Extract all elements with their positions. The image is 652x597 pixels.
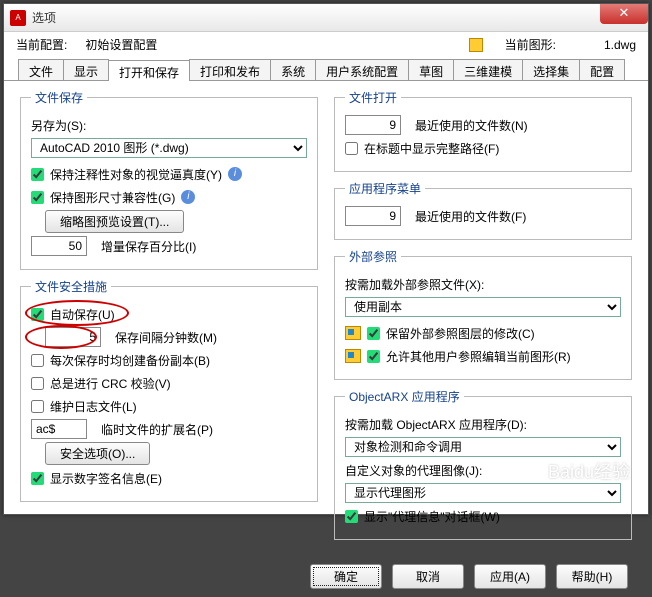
xref-allow-checkbox[interactable] [367, 350, 380, 363]
app-icon: A [10, 10, 26, 26]
recent-files-input[interactable] [345, 115, 401, 135]
tab-2[interactable]: 打开和保存 [108, 60, 190, 81]
window-title: 选项 [32, 9, 56, 26]
signature-checkbox[interactable] [31, 472, 44, 485]
file-safety-group: 文件安全措施 自动保存(U) 保存间隔分钟数(M) 每次保存时均创建备份副本(B… [20, 278, 318, 502]
thumbnail-button[interactable]: 缩略图预览设置(T)... [45, 210, 184, 233]
show-proxy-checkbox[interactable] [345, 510, 358, 523]
tab-5[interactable]: 用户系统配置 [315, 59, 409, 80]
backup-label: 每次保存时均创建备份副本(B) [50, 352, 210, 369]
xref-retain-checkbox[interactable] [367, 327, 380, 340]
profile-row: 当前配置: 初始设置配置 当前图形: 1.dwg [4, 32, 648, 57]
xref-allow-label: 允许其他用户参照编辑当前图形(R) [386, 348, 571, 365]
current-drawing-value: 1.dwg [604, 38, 636, 52]
arx-group: ObjectARX 应用程序 按需加载 ObjectARX 应用程序(D): 对… [334, 388, 632, 540]
appmenu-recent-label: 最近使用的文件数(F) [415, 208, 526, 225]
current-drawing-label: 当前图形: [505, 36, 556, 53]
tab-7[interactable]: 三维建模 [453, 59, 523, 80]
xref-group: 外部参照 按需加载外部参照文件(X): 使用副本 保留外部参照图层的修改(C) … [334, 248, 632, 380]
fullpath-checkbox[interactable] [345, 142, 358, 155]
xref-load-select[interactable]: 使用副本 [345, 297, 621, 317]
signature-label: 显示数字签名信息(E) [50, 470, 162, 487]
backup-checkbox[interactable] [31, 354, 44, 367]
arx-legend: ObjectARX 应用程序 [345, 388, 464, 405]
info-icon[interactable]: i [228, 167, 242, 181]
app-menu-legend: 应用程序菜单 [345, 180, 425, 197]
log-checkbox[interactable] [31, 400, 44, 413]
tab-3[interactable]: 打印和发布 [189, 59, 271, 80]
fullpath-label: 在标题中显示完整路径(F) [364, 140, 499, 157]
tab-4[interactable]: 系统 [270, 59, 316, 80]
show-proxy-label: 显示"代理信息"对话框(W) [364, 508, 500, 525]
xref-load-label: 按需加载外部参照文件(X): [345, 276, 484, 293]
info-icon[interactable]: i [181, 190, 195, 204]
file-open-group: 文件打开 最近使用的文件数(N) 在标题中显示完整路径(F) [334, 89, 632, 172]
xref-icon [345, 349, 361, 363]
percent-label: 增量保存百分比(I) [101, 238, 196, 255]
ext-label: 临时文件的扩展名(P) [101, 421, 213, 438]
ok-button[interactable]: 确定 [310, 564, 382, 589]
ext-input[interactable] [31, 419, 87, 439]
xref-icon [345, 326, 361, 340]
tab-1[interactable]: 显示 [63, 59, 109, 80]
crc-checkbox[interactable] [31, 377, 44, 390]
cancel-button[interactable]: 取消 [392, 564, 464, 589]
xref-legend: 外部参照 [345, 248, 401, 265]
file-safety-legend: 文件安全措施 [31, 278, 111, 295]
log-label: 维护日志文件(L) [50, 398, 137, 415]
tab-9[interactable]: 配置 [579, 59, 625, 80]
recent-files-label: 最近使用的文件数(N) [415, 117, 528, 134]
autosave-label: 自动保存(U) [50, 306, 115, 323]
interval-input[interactable] [45, 327, 101, 347]
annotative-checkbox[interactable] [31, 168, 44, 181]
titlebar: A 选项 ✕ [4, 4, 648, 32]
apply-button[interactable]: 应用(A) [474, 564, 546, 589]
proxy-select[interactable]: 显示代理图形 [345, 483, 621, 503]
compatibility-label: 保持图形尺寸兼容性(G) [50, 189, 175, 206]
tab-0[interactable]: 文件 [18, 59, 64, 80]
app-menu-group: 应用程序菜单 最近使用的文件数(F) [334, 180, 632, 240]
file-save-legend: 文件保存 [31, 89, 87, 106]
close-button[interactable]: ✕ [600, 4, 648, 24]
tab-6[interactable]: 草图 [408, 59, 454, 80]
arx-demand-select[interactable]: 对象检测和命令调用 [345, 437, 621, 457]
annotative-label: 保持注释性对象的视觉逼真度(Y) [50, 166, 222, 183]
arx-demand-label: 按需加载 ObjectARX 应用程序(D): [345, 416, 527, 433]
current-profile-value: 初始设置配置 [85, 36, 157, 53]
file-open-legend: 文件打开 [345, 89, 401, 106]
proxy-label: 自定义对象的代理图像(J): [345, 462, 482, 479]
format-select[interactable]: AutoCAD 2010 图形 (*.dwg) [31, 138, 307, 158]
autosave-checkbox[interactable] [31, 308, 44, 321]
security-button[interactable]: 安全选项(O)... [45, 442, 150, 465]
dialog-buttons: 确定 取消 应用(A) 帮助(H) [4, 556, 648, 597]
crc-label: 总是进行 CRC 校验(V) [50, 375, 171, 392]
current-profile-label: 当前配置: [16, 36, 67, 53]
drawing-icon [469, 38, 483, 52]
xref-retain-label: 保留外部参照图层的修改(C) [386, 325, 535, 342]
compatibility-checkbox[interactable] [31, 191, 44, 204]
interval-label: 保存间隔分钟数(M) [115, 329, 217, 346]
tabs: 文件显示打开和保存打印和发布系统用户系统配置草图三维建模选择集配置 [4, 59, 648, 81]
percent-input[interactable] [31, 236, 87, 256]
save-as-label: 另存为(S): [31, 117, 86, 134]
help-button[interactable]: 帮助(H) [556, 564, 628, 589]
tab-8[interactable]: 选择集 [522, 59, 580, 80]
appmenu-recent-input[interactable] [345, 206, 401, 226]
file-save-group: 文件保存 另存为(S): AutoCAD 2010 图形 (*.dwg) 保持注… [20, 89, 318, 270]
